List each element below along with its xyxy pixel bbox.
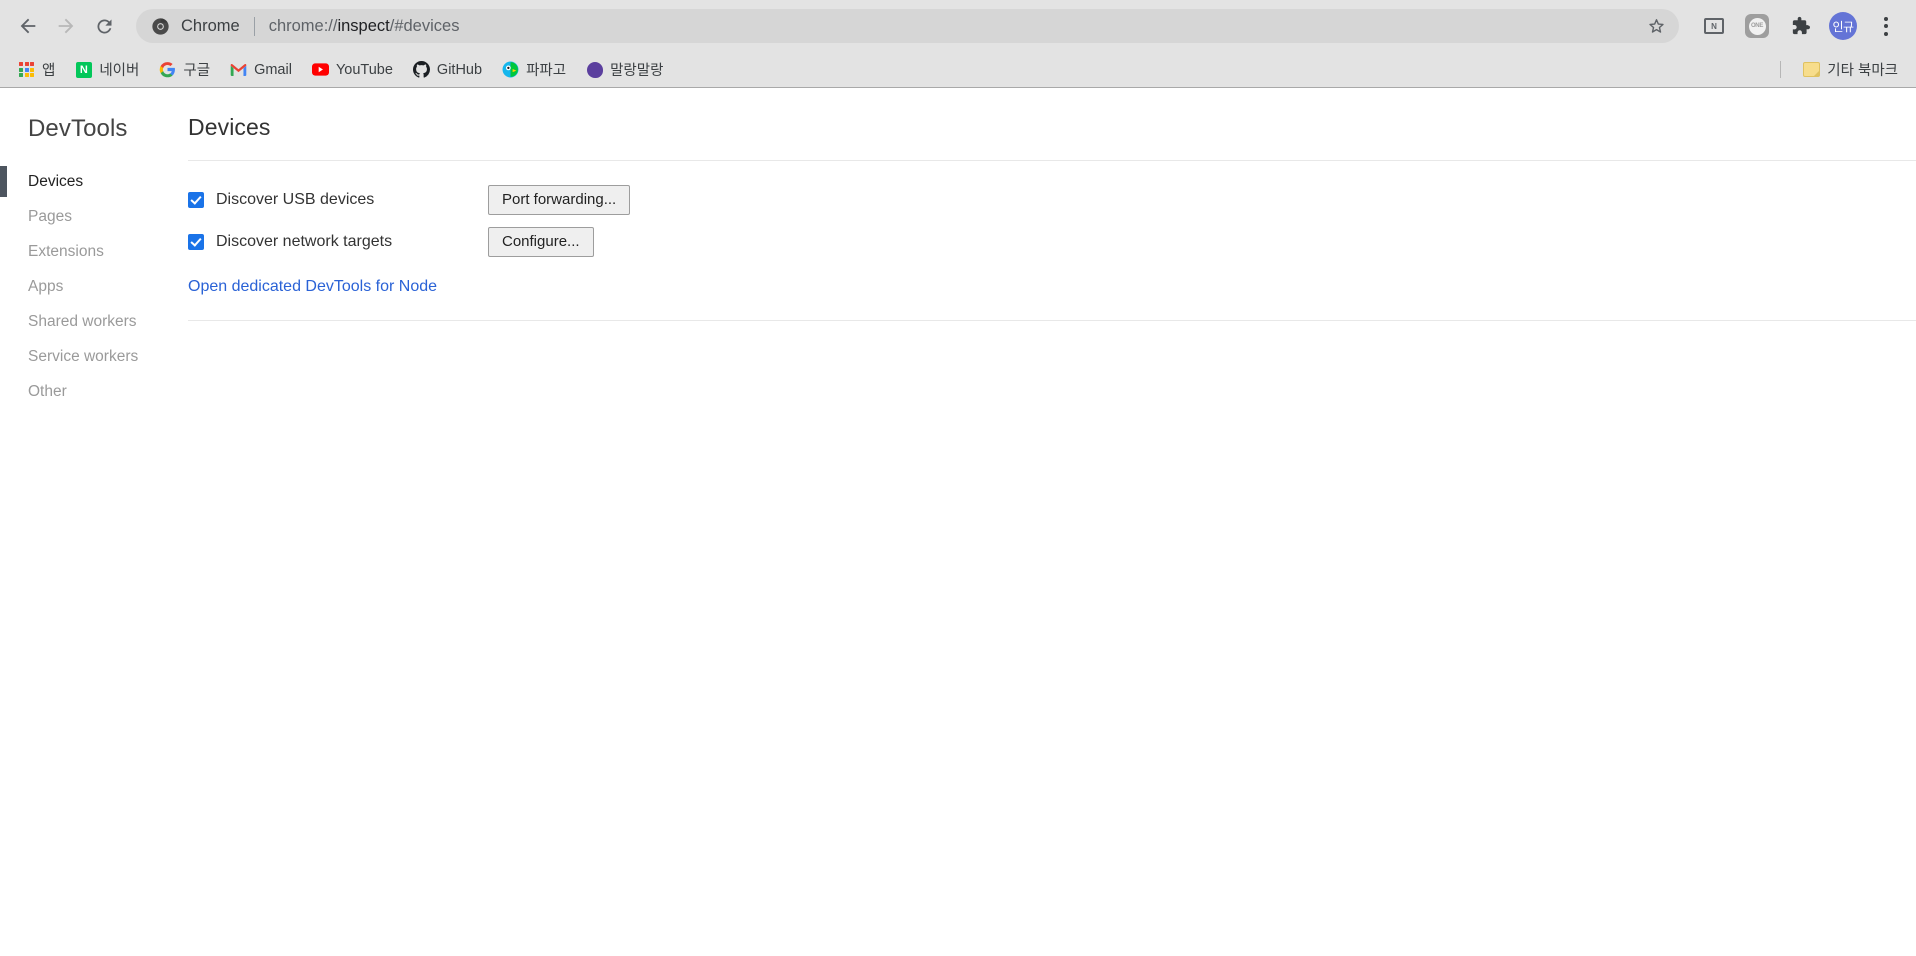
sidebar-item-label: Other (28, 382, 67, 400)
chrome-logo-icon (152, 17, 169, 35)
discover-usb-row: Discover USB devices Port forwarding... (188, 179, 1916, 221)
port-forwarding-button[interactable]: Port forwarding... (488, 184, 631, 216)
bookmark-apps[interactable]: 앱 (10, 57, 63, 83)
other-bookmarks-group: 기타 북마크 (1780, 57, 1906, 83)
bookmark-label: Gmail (254, 61, 292, 78)
back-button[interactable] (10, 8, 46, 44)
discover-network-label: Discover network targets (216, 233, 393, 250)
sidebar-item-label: Devices (28, 172, 84, 190)
bookmark-google[interactable]: 구글 (151, 57, 218, 83)
bookmark-youtube[interactable]: YouTube (304, 57, 401, 83)
bookmark-label: 구글 (183, 63, 211, 79)
bookmark-gmail[interactable]: Gmail (222, 57, 300, 83)
youtube-icon (311, 61, 329, 78)
bookmark-label: 네이버 (99, 63, 140, 79)
sidebar-item-other[interactable]: Other (0, 374, 184, 409)
discover-usb-checkbox[interactable] (188, 192, 204, 208)
chrome-menu-icon (1884, 16, 1888, 36)
page-title: Devices (188, 114, 271, 140)
bookmark-naver[interactable]: N 네이버 (67, 57, 147, 83)
browser-toolbar: Chrome chrome://inspect/#devices N ONE 인… (0, 0, 1916, 52)
bookmark-label: YouTube (335, 61, 393, 78)
reload-icon (96, 18, 111, 33)
address-bar[interactable]: Chrome chrome://inspect/#devices (136, 9, 1679, 43)
sidebar-item-label: Extensions (28, 242, 104, 260)
bookmarks-divider (1780, 61, 1782, 78)
naver-icon: N (75, 61, 92, 78)
star-icon (1648, 18, 1664, 33)
discover-usb-label: Discover USB devices (216, 191, 375, 208)
cast-toolbar-button[interactable]: N (1696, 8, 1732, 44)
bookmark-label: 말랑말랑 (610, 63, 664, 79)
extensions-button[interactable] (1782, 8, 1818, 44)
sidebar-item-label: Shared workers (28, 312, 137, 330)
mallang-icon (586, 61, 603, 78)
folder-icon (1803, 61, 1821, 78)
discover-network-row: Discover network targets Configure... (188, 221, 1916, 263)
bookmarks-bar: 앱 N 네이버 구글 Gmail YouTube GitHub 파파고 말랑말랑… (0, 52, 1916, 87)
avatar: 인규 (1829, 12, 1857, 40)
bookmark-star-icon[interactable] (1643, 13, 1669, 39)
omnibox-separator (253, 16, 255, 36)
bookmark-github[interactable]: GitHub (405, 57, 490, 83)
discover-network-checkbox[interactable] (188, 234, 204, 250)
sidebar-item-pages[interactable]: Pages (0, 199, 184, 234)
extensions-puzzle-icon (1792, 16, 1810, 35)
sidebar-item-label: Pages (28, 207, 72, 225)
bookmark-label: 앱 (42, 63, 56, 79)
omnibox-url-text: chrome://inspect/#devices (268, 16, 460, 35)
back-arrow-icon (20, 18, 36, 34)
apps-grid-icon (18, 61, 35, 78)
papago-icon (502, 61, 519, 78)
devtools-title: DevTools (28, 115, 128, 142)
other-bookmarks-button[interactable]: 기타 북마크 (1795, 57, 1906, 83)
one-extension-button[interactable]: ONE (1739, 8, 1775, 44)
reload-button[interactable] (86, 8, 122, 44)
bookmark-papago[interactable]: 파파고 (494, 57, 574, 83)
sidebar-item-label: Service workers (28, 347, 139, 365)
sidebar-item-apps[interactable]: Apps (0, 269, 184, 304)
sidebar-item-service-workers[interactable]: Service workers (0, 339, 184, 374)
sidebar-item-devices[interactable]: Devices (0, 164, 184, 199)
google-icon (159, 61, 176, 78)
inspect-page: DevTools Devices Pages Extensions Apps S… (0, 88, 1916, 955)
bookmark-mallang[interactable]: 말랑말랑 (578, 57, 671, 83)
omnibox-app-label: Chrome (181, 16, 240, 35)
cast-icon: N (1704, 18, 1724, 34)
configure-button[interactable]: Configure... (488, 226, 594, 258)
open-node-devtools-link[interactable]: Open dedicated DevTools for Node (188, 278, 437, 296)
github-icon (412, 61, 430, 78)
chrome-menu-button[interactable] (1868, 8, 1904, 44)
devtools-sidebar: DevTools Devices Pages Extensions Apps S… (0, 88, 184, 955)
devices-panel: Devices Discover USB devices Port forwar… (184, 88, 1916, 955)
profile-button[interactable]: 인규 (1825, 8, 1861, 44)
forward-button[interactable] (48, 8, 84, 44)
sidebar-item-label: Apps (28, 277, 64, 295)
discover-options: Discover USB devices Port forwarding... … (188, 161, 1916, 320)
sidebar-item-extensions[interactable]: Extensions (0, 234, 184, 269)
section-divider (188, 320, 1916, 321)
one-extension-icon: ONE (1745, 14, 1769, 38)
gmail-icon (230, 61, 247, 78)
forward-arrow-icon (58, 18, 74, 34)
browser-chrome: Chrome chrome://inspect/#devices N ONE 인… (0, 0, 1916, 88)
bookmark-label: 파파고 (526, 63, 567, 79)
sidebar-item-shared-workers[interactable]: Shared workers (0, 304, 184, 339)
bookmark-label: GitHub (436, 61, 483, 78)
other-bookmarks-label: 기타 북마크 (1827, 63, 1898, 79)
